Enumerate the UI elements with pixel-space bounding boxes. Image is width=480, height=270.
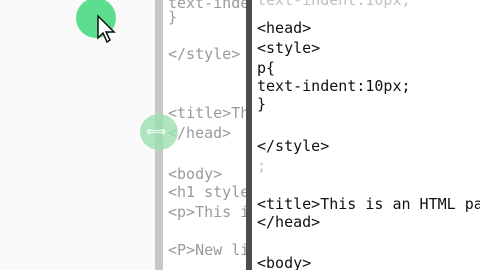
code-line: </style> xyxy=(257,137,330,155)
code-line: <title>This is an HTML page</title> xyxy=(168,104,248,122)
code-line: </style> xyxy=(168,45,241,63)
code-line: <P>New line</p> xyxy=(168,241,248,259)
left-pane xyxy=(0,0,155,270)
code-line: <title>This is an HTML page xyxy=(257,195,480,213)
code-line: <body> xyxy=(257,254,312,270)
code-line-faint: text-indent:10px; xyxy=(257,0,411,9)
code-line: <head> xyxy=(257,19,312,37)
code-line: } xyxy=(257,95,267,113)
code-line: } xyxy=(168,8,178,26)
code-line: text-indent:10px; xyxy=(168,0,248,12)
foreground-editor[interactable]: text-indent:10px; <head> <style> p{ text… xyxy=(252,0,480,270)
code-line: <p>This is the content of xyxy=(168,203,248,221)
code-line: text-indent:10px; xyxy=(257,77,411,95)
mouse-pointer-icon xyxy=(97,14,116,44)
code-line-faint: ; xyxy=(257,157,267,175)
code-line: <style> xyxy=(257,39,321,57)
resize-arrows-icon[interactable]: ⟺ xyxy=(146,124,166,140)
code-line: <h1 style="text-decoration xyxy=(168,183,248,201)
code-line: p{ xyxy=(257,59,276,77)
code-line: <body> xyxy=(168,165,223,183)
code-line: </head> xyxy=(257,213,321,231)
